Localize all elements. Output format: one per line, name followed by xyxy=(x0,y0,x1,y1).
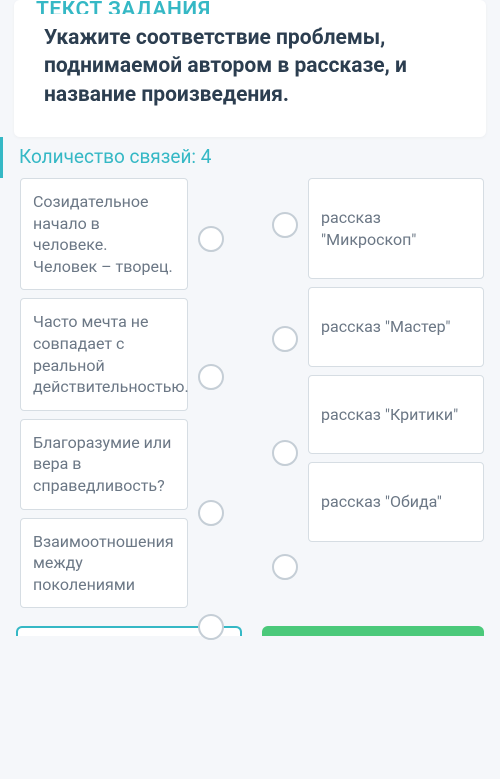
connector-handle-left[interactable] xyxy=(198,364,224,390)
matching-area: Созидательное начало в человеке. Человек… xyxy=(0,178,500,608)
connections-count: Количество связей: 4 xyxy=(0,137,500,178)
connector-handle-right[interactable] xyxy=(272,212,298,238)
footer-buttons xyxy=(0,608,500,636)
connector-handle-right[interactable] xyxy=(272,440,298,466)
right-item[interactable]: рассказ "Обида" xyxy=(308,462,484,542)
left-column: Созидательное начало в человеке. Человек… xyxy=(20,178,188,608)
left-item[interactable]: Благоразумие или вера в справедливость? xyxy=(20,419,188,510)
connector-handle-left[interactable] xyxy=(198,500,224,526)
left-item[interactable]: Созидательное начало в человеке. Человек… xyxy=(20,178,188,290)
right-column: рассказ "Микроскоп" рассказ "Мастер" рас… xyxy=(308,178,484,608)
right-item[interactable]: рассказ "Микроскоп" xyxy=(308,178,484,279)
connector-handle-right[interactable] xyxy=(272,554,298,580)
primary-button[interactable] xyxy=(262,626,484,636)
connector-handle-left[interactable] xyxy=(198,226,224,252)
connector-handle-left[interactable] xyxy=(198,614,224,640)
question-card: ТЕКСТ ЗАДАНИЯ Укажите соответствие пробл… xyxy=(14,0,486,137)
right-item[interactable]: рассказ "Критики" xyxy=(308,375,484,455)
section-header: ТЕКСТ ЗАДАНИЯ xyxy=(14,0,486,14)
question-text: Укажите соответствие проблемы, поднимаем… xyxy=(14,14,486,127)
connector-handle-right[interactable] xyxy=(272,326,298,352)
left-item[interactable]: Часто мечта не совпадает с реальной дейс… xyxy=(20,298,188,410)
right-item[interactable]: рассказ "Мастер" xyxy=(308,287,484,367)
left-item[interactable]: Взаимоотношения между поколениями xyxy=(20,518,188,609)
connector-area xyxy=(188,178,308,608)
